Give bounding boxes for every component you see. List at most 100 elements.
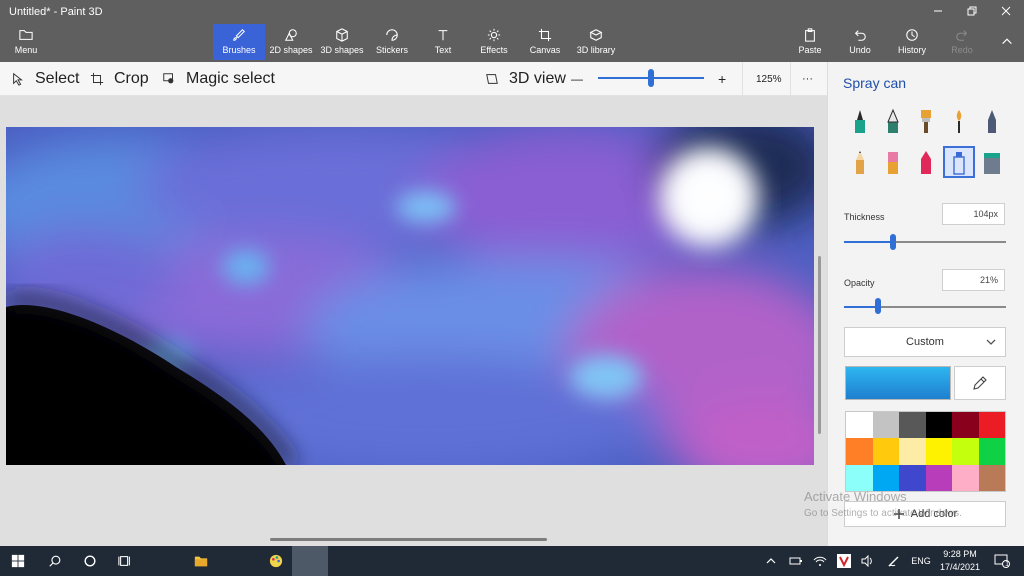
task-view-button[interactable] — [107, 546, 143, 576]
crop-button[interactable]: Crop — [90, 62, 149, 96]
volume-button[interactable] — [858, 546, 878, 576]
color-swatch[interactable] — [846, 412, 873, 439]
cube-icon — [336, 28, 348, 42]
history-button[interactable]: History — [896, 24, 928, 60]
color-swatch[interactable] — [978, 438, 1005, 465]
vivaldi-tray-button[interactable] — [834, 546, 854, 576]
paste-button[interactable]: Paste — [796, 24, 824, 60]
tab-3d-library[interactable]: 3D library — [574, 24, 618, 60]
start-button[interactable] — [0, 546, 36, 576]
wifi-button[interactable] — [810, 546, 830, 576]
chevron-up-icon — [766, 558, 776, 564]
color-mode-dropdown[interactable]: Custom — [844, 327, 1006, 357]
language-indicator[interactable]: ENG — [908, 546, 934, 576]
tab-stickers[interactable]: Stickers — [370, 24, 414, 60]
file-explorer-button[interactable] — [183, 546, 219, 576]
watercolor-button[interactable] — [944, 106, 974, 136]
pixel-pen-button[interactable] — [977, 106, 1007, 136]
color-swatch[interactable] — [978, 412, 1005, 439]
collapse-ribbon-button[interactable] — [996, 30, 1018, 66]
view-3d-icon — [486, 74, 498, 84]
fill-button[interactable] — [977, 147, 1007, 177]
close-button[interactable] — [989, 0, 1023, 22]
undo-button[interactable]: Undo — [846, 24, 874, 60]
color-swatch[interactable] — [846, 438, 873, 465]
magic-select-button[interactable]: Magic select — [162, 62, 275, 96]
oil-brush-button[interactable] — [911, 106, 941, 136]
minimize-button[interactable] — [921, 0, 955, 22]
color-swatch[interactable] — [952, 464, 979, 491]
spray-can-button[interactable] — [943, 146, 975, 178]
eraser-button[interactable] — [878, 147, 908, 177]
horizontal-scrollbar[interactable] — [270, 538, 547, 541]
nebula-artwork — [6, 127, 814, 465]
zoom-level[interactable]: 125% — [756, 62, 782, 96]
paint-bucket-icon — [984, 153, 1000, 174]
eyedropper-button[interactable] — [954, 366, 1006, 400]
close-icon — [1001, 6, 1011, 16]
3d-view-label: 3D view — [509, 70, 566, 87]
color-swatch[interactable] — [925, 438, 952, 465]
color-swatch[interactable] — [846, 464, 873, 491]
color-swatch[interactable] — [978, 464, 1005, 491]
color-swatch[interactable] — [899, 438, 926, 465]
redo-button[interactable]: Redo — [948, 24, 976, 60]
color-swatch[interactable] — [925, 412, 952, 439]
action-center-button[interactable]: 1 — [990, 546, 1014, 576]
color-swatch[interactable] — [925, 464, 952, 491]
opacity-input[interactable]: 21% — [942, 269, 1005, 291]
color-swatch[interactable] — [899, 464, 926, 491]
minimize-icon — [934, 10, 942, 12]
network-button[interactable] — [786, 546, 806, 576]
tab-effects[interactable]: Effects — [473, 24, 515, 60]
zoom-out-button[interactable]: — — [571, 62, 583, 96]
zoom-level-value: 125% — [756, 73, 782, 85]
crayon-button[interactable] — [911, 147, 941, 177]
watercolor-icon — [956, 110, 962, 133]
crop-label: Crop — [114, 70, 149, 87]
clock[interactable]: 9:28 PM 17/4/2021 — [933, 548, 987, 574]
history-label: History — [897, 45, 926, 55]
tab-label: Canvas — [529, 45, 561, 55]
search-button[interactable] — [37, 546, 73, 576]
vertical-scrollbar[interactable] — [818, 256, 821, 434]
color-swatch[interactable] — [872, 464, 899, 491]
tab-text[interactable]: Text — [422, 24, 464, 60]
color-swatch[interactable] — [872, 438, 899, 465]
tab-3d-shapes[interactable]: 3D shapes — [318, 24, 366, 60]
calligraphy-pen-button[interactable] — [878, 106, 908, 136]
select-button[interactable]: Select — [11, 62, 79, 96]
thickness-slider-fill — [844, 241, 893, 243]
pencil-button[interactable] — [845, 147, 875, 177]
color-swatch[interactable] — [899, 412, 926, 439]
drawing-canvas[interactable] — [6, 127, 814, 465]
thickness-slider-thumb[interactable] — [889, 234, 896, 250]
windows-logo-icon — [11, 554, 25, 568]
pen-workspace-button[interactable] — [884, 546, 904, 576]
restore-button[interactable] — [955, 0, 989, 22]
paint-taskbar-button[interactable] — [258, 546, 294, 576]
opacity-slider-thumb[interactable] — [875, 298, 882, 314]
tab-canvas[interactable]: Canvas — [524, 24, 566, 60]
current-color-swatch[interactable] — [845, 366, 951, 400]
3d-view-button[interactable]: 3D view — [485, 62, 566, 96]
opacity-slider-fill — [844, 306, 879, 308]
paint3d-taskbar-button[interactable] — [292, 546, 328, 576]
menu-button[interactable]: Menu — [0, 24, 52, 60]
magic-select-label: Magic select — [186, 70, 275, 87]
color-palette — [845, 411, 1006, 492]
zoom-in-button[interactable]: + — [718, 62, 726, 96]
marker-brush-button[interactable] — [845, 106, 875, 136]
more-options-button[interactable]: ··· — [802, 62, 813, 96]
pixel-pen-icon — [988, 110, 996, 133]
color-swatch[interactable] — [952, 438, 979, 465]
tab-2d-shapes[interactable]: 2D shapes — [267, 24, 315, 60]
zoom-slider-thumb[interactable] — [648, 69, 654, 87]
color-swatch[interactable] — [952, 412, 979, 439]
show-hidden-icons-button[interactable] — [762, 546, 780, 576]
color-swatch[interactable] — [872, 412, 899, 439]
thickness-input[interactable]: 104px — [942, 203, 1005, 225]
cortana-button[interactable] — [72, 546, 108, 576]
toolbar-divider — [742, 62, 743, 96]
tab-brushes[interactable]: Brushes — [213, 24, 265, 60]
